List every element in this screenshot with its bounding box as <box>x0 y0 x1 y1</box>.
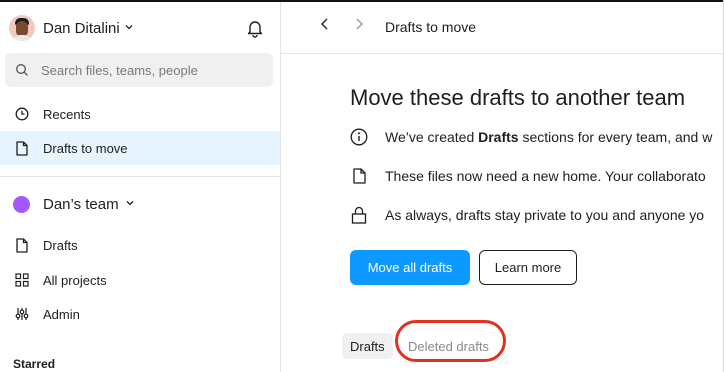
file-icon <box>13 140 31 156</box>
chevron-right-icon <box>353 17 365 36</box>
account-switcher[interactable]: Dan Ditalini <box>9 14 134 42</box>
topbar-divider <box>281 53 724 54</box>
learn-more-button[interactable]: Learn more <box>479 250 577 285</box>
sidebar-divider-line <box>0 176 280 177</box>
page-title: Move these drafts to another team <box>350 85 686 110</box>
avatar <box>9 15 35 41</box>
sidebar-item-label: Recents <box>43 106 91 122</box>
bell-icon[interactable] <box>245 18 265 43</box>
lock-icon <box>350 206 368 224</box>
sidebar-item-label: Drafts to move <box>43 140 128 156</box>
sidebar-item-all-projects[interactable]: All projects <box>0 263 280 297</box>
sidebar-item-drafts-to-move[interactable]: Drafts to move <box>0 131 280 165</box>
forward-button[interactable] <box>349 16 369 36</box>
info-row-new-home: These files now need a new home. Your co… <box>350 165 706 187</box>
team-switcher[interactable]: Dan’s team <box>13 192 135 216</box>
chevron-left-icon <box>319 17 331 36</box>
back-button[interactable] <box>315 16 335 36</box>
file-icon <box>13 237 31 253</box>
tab-deleted-drafts[interactable]: Deleted drafts <box>400 333 497 359</box>
search-bar[interactable] <box>5 53 273 87</box>
info-icon <box>350 128 368 146</box>
team-color-dot <box>13 195 30 213</box>
clock-icon <box>13 107 31 121</box>
search-icon <box>15 63 29 77</box>
search-input[interactable] <box>39 61 263 79</box>
sidebar-item-label: Drafts <box>43 237 78 253</box>
info-row-private: As always, drafts stay private to you an… <box>350 204 704 226</box>
file-icon <box>350 168 368 184</box>
info-row-drafts-sections: We’ve created Drafts sections for every … <box>350 126 712 148</box>
chevron-down-icon <box>125 195 135 213</box>
sidebar-item-label: Admin <box>43 306 80 322</box>
user-name: Dan Ditalini <box>43 19 120 37</box>
sidebar-item-recents[interactable]: Recents <box>0 97 280 131</box>
info-text: We’ve created Drafts sections for every … <box>385 129 713 145</box>
breadcrumb: Drafts to move <box>385 19 477 35</box>
topbar <box>281 2 724 53</box>
tab-drafts[interactable]: Drafts <box>342 333 393 359</box>
info-text: These files now need a new home. Your co… <box>385 168 706 184</box>
sidebar-item-label: All projects <box>43 272 107 288</box>
starred-section-title: Starred <box>13 357 56 371</box>
grid-icon <box>13 273 31 287</box>
move-all-drafts-button[interactable]: Move all drafts <box>350 250 470 285</box>
sliders-icon <box>13 307 31 321</box>
sidebar-item-drafts[interactable]: Drafts <box>0 228 280 262</box>
sidebar-item-admin[interactable]: Admin <box>0 297 280 331</box>
sidebar-divider <box>280 2 281 372</box>
team-name: Dan’s team <box>43 195 119 213</box>
info-text: As always, drafts stay private to you an… <box>385 207 705 223</box>
chevron-down-icon <box>124 19 134 37</box>
